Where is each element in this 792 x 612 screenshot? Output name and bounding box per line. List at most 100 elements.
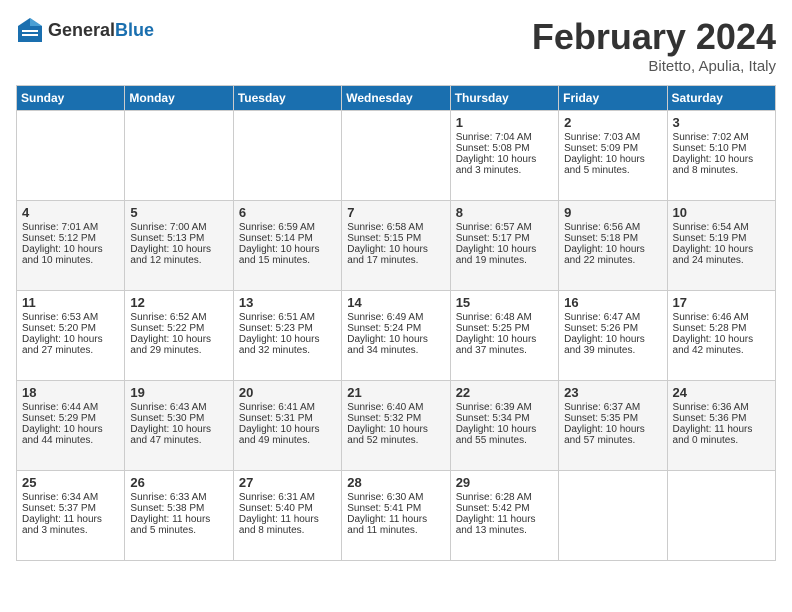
daylight-text: Daylight: 10 hours and 10 minutes. (22, 244, 103, 266)
daylight-text: Daylight: 11 hours and 8 minutes. (239, 514, 319, 536)
sunset-text: Sunset: 5:09 PM (564, 143, 638, 154)
day-number: 4 (22, 205, 119, 220)
calendar-cell (125, 111, 233, 201)
sunrise-text: Sunrise: 6:53 AM (22, 312, 98, 323)
calendar-cell: 15 Sunrise: 6:48 AM Sunset: 5:25 PM Dayl… (450, 291, 558, 381)
day-number: 20 (239, 385, 336, 400)
sunrise-text: Sunrise: 6:28 AM (456, 492, 532, 503)
logo-icon (16, 16, 44, 44)
calendar-cell: 24 Sunrise: 6:36 AM Sunset: 5:36 PM Dayl… (667, 381, 775, 471)
sunrise-text: Sunrise: 6:33 AM (130, 492, 206, 503)
daylight-text: Daylight: 10 hours and 39 minutes. (564, 334, 645, 356)
daylight-text: Daylight: 10 hours and 5 minutes. (564, 154, 645, 176)
calendar-week-row: 25 Sunrise: 6:34 AM Sunset: 5:37 PM Dayl… (17, 471, 776, 561)
title-block: February 2024 Bitetto, Apulia, Italy (532, 16, 776, 75)
sunset-text: Sunset: 5:08 PM (456, 143, 530, 154)
daylight-text: Daylight: 10 hours and 12 minutes. (130, 244, 211, 266)
calendar-cell: 22 Sunrise: 6:39 AM Sunset: 5:34 PM Dayl… (450, 381, 558, 471)
sunrise-text: Sunrise: 6:47 AM (564, 312, 640, 323)
sunrise-text: Sunrise: 7:01 AM (22, 222, 98, 233)
calendar-cell: 6 Sunrise: 6:59 AM Sunset: 5:14 PM Dayli… (233, 201, 341, 291)
sunrise-text: Sunrise: 6:49 AM (347, 312, 423, 323)
calendar-cell (233, 111, 341, 201)
calendar-cell: 10 Sunrise: 6:54 AM Sunset: 5:19 PM Dayl… (667, 201, 775, 291)
calendar-cell: 14 Sunrise: 6:49 AM Sunset: 5:24 PM Dayl… (342, 291, 450, 381)
daylight-text: Daylight: 10 hours and 32 minutes. (239, 334, 320, 356)
day-number: 29 (456, 475, 553, 490)
calendar-week-row: 11 Sunrise: 6:53 AM Sunset: 5:20 PM Dayl… (17, 291, 776, 381)
calendar-cell: 1 Sunrise: 7:04 AM Sunset: 5:08 PM Dayli… (450, 111, 558, 201)
calendar-cell: 27 Sunrise: 6:31 AM Sunset: 5:40 PM Dayl… (233, 471, 341, 561)
daylight-text: Daylight: 10 hours and 24 minutes. (673, 244, 754, 266)
sunrise-text: Sunrise: 6:58 AM (347, 222, 423, 233)
weekday-header-thursday: Thursday (450, 86, 558, 111)
calendar-cell: 7 Sunrise: 6:58 AM Sunset: 5:15 PM Dayli… (342, 201, 450, 291)
sunrise-text: Sunrise: 7:04 AM (456, 132, 532, 143)
calendar-subtitle: Bitetto, Apulia, Italy (532, 58, 776, 75)
calendar-cell (342, 111, 450, 201)
calendar-cell: 8 Sunrise: 6:57 AM Sunset: 5:17 PM Dayli… (450, 201, 558, 291)
sunset-text: Sunset: 5:26 PM (564, 323, 638, 334)
calendar-cell: 19 Sunrise: 6:43 AM Sunset: 5:30 PM Dayl… (125, 381, 233, 471)
weekday-header-friday: Friday (559, 86, 667, 111)
day-number: 8 (456, 205, 553, 220)
calendar-cell: 3 Sunrise: 7:02 AM Sunset: 5:10 PM Dayli… (667, 111, 775, 201)
sunrise-text: Sunrise: 6:54 AM (673, 222, 749, 233)
sunset-text: Sunset: 5:38 PM (130, 503, 204, 514)
daylight-text: Daylight: 11 hours and 5 minutes. (130, 514, 210, 536)
day-number: 27 (239, 475, 336, 490)
daylight-text: Daylight: 10 hours and 34 minutes. (347, 334, 428, 356)
daylight-text: Daylight: 11 hours and 0 minutes. (673, 424, 753, 446)
sunrise-text: Sunrise: 6:34 AM (22, 492, 98, 503)
calendar-cell: 21 Sunrise: 6:40 AM Sunset: 5:32 PM Dayl… (342, 381, 450, 471)
calendar-cell (667, 471, 775, 561)
calendar-cell (17, 111, 125, 201)
sunset-text: Sunset: 5:37 PM (22, 503, 96, 514)
day-number: 22 (456, 385, 553, 400)
day-number: 7 (347, 205, 444, 220)
sunset-text: Sunset: 5:32 PM (347, 413, 421, 424)
sunset-text: Sunset: 5:22 PM (130, 323, 204, 334)
sunset-text: Sunset: 5:35 PM (564, 413, 638, 424)
sunrise-text: Sunrise: 6:30 AM (347, 492, 423, 503)
sunset-text: Sunset: 5:24 PM (347, 323, 421, 334)
sunset-text: Sunset: 5:41 PM (347, 503, 421, 514)
calendar-cell: 17 Sunrise: 6:46 AM Sunset: 5:28 PM Dayl… (667, 291, 775, 381)
sunset-text: Sunset: 5:28 PM (673, 323, 747, 334)
daylight-text: Daylight: 10 hours and 37 minutes. (456, 334, 537, 356)
calendar-cell: 26 Sunrise: 6:33 AM Sunset: 5:38 PM Dayl… (125, 471, 233, 561)
sunset-text: Sunset: 5:42 PM (456, 503, 530, 514)
daylight-text: Daylight: 10 hours and 57 minutes. (564, 424, 645, 446)
daylight-text: Daylight: 10 hours and 27 minutes. (22, 334, 103, 356)
sunrise-text: Sunrise: 6:56 AM (564, 222, 640, 233)
sunrise-text: Sunrise: 6:40 AM (347, 402, 423, 413)
day-number: 1 (456, 115, 553, 130)
sunset-text: Sunset: 5:13 PM (130, 233, 204, 244)
logo-text: GeneralBlue (48, 20, 154, 41)
sunset-text: Sunset: 5:14 PM (239, 233, 313, 244)
sunset-text: Sunset: 5:25 PM (456, 323, 530, 334)
sunrise-text: Sunrise: 6:48 AM (456, 312, 532, 323)
daylight-text: Daylight: 10 hours and 22 minutes. (564, 244, 645, 266)
calendar-table: SundayMondayTuesdayWednesdayThursdayFrid… (16, 85, 776, 561)
daylight-text: Daylight: 11 hours and 13 minutes. (456, 514, 536, 536)
day-number: 11 (22, 295, 119, 310)
sunrise-text: Sunrise: 6:31 AM (239, 492, 315, 503)
day-number: 23 (564, 385, 661, 400)
day-number: 10 (673, 205, 770, 220)
sunrise-text: Sunrise: 6:59 AM (239, 222, 315, 233)
sunset-text: Sunset: 5:34 PM (456, 413, 530, 424)
weekday-header-tuesday: Tuesday (233, 86, 341, 111)
daylight-text: Daylight: 10 hours and 52 minutes. (347, 424, 428, 446)
calendar-cell: 4 Sunrise: 7:01 AM Sunset: 5:12 PM Dayli… (17, 201, 125, 291)
daylight-text: Daylight: 10 hours and 15 minutes. (239, 244, 320, 266)
sunset-text: Sunset: 5:40 PM (239, 503, 313, 514)
sunrise-text: Sunrise: 6:52 AM (130, 312, 206, 323)
day-number: 15 (456, 295, 553, 310)
day-number: 16 (564, 295, 661, 310)
sunset-text: Sunset: 5:29 PM (22, 413, 96, 424)
sunrise-text: Sunrise: 6:37 AM (564, 402, 640, 413)
sunset-text: Sunset: 5:19 PM (673, 233, 747, 244)
daylight-text: Daylight: 11 hours and 3 minutes. (22, 514, 102, 536)
calendar-cell: 28 Sunrise: 6:30 AM Sunset: 5:41 PM Dayl… (342, 471, 450, 561)
